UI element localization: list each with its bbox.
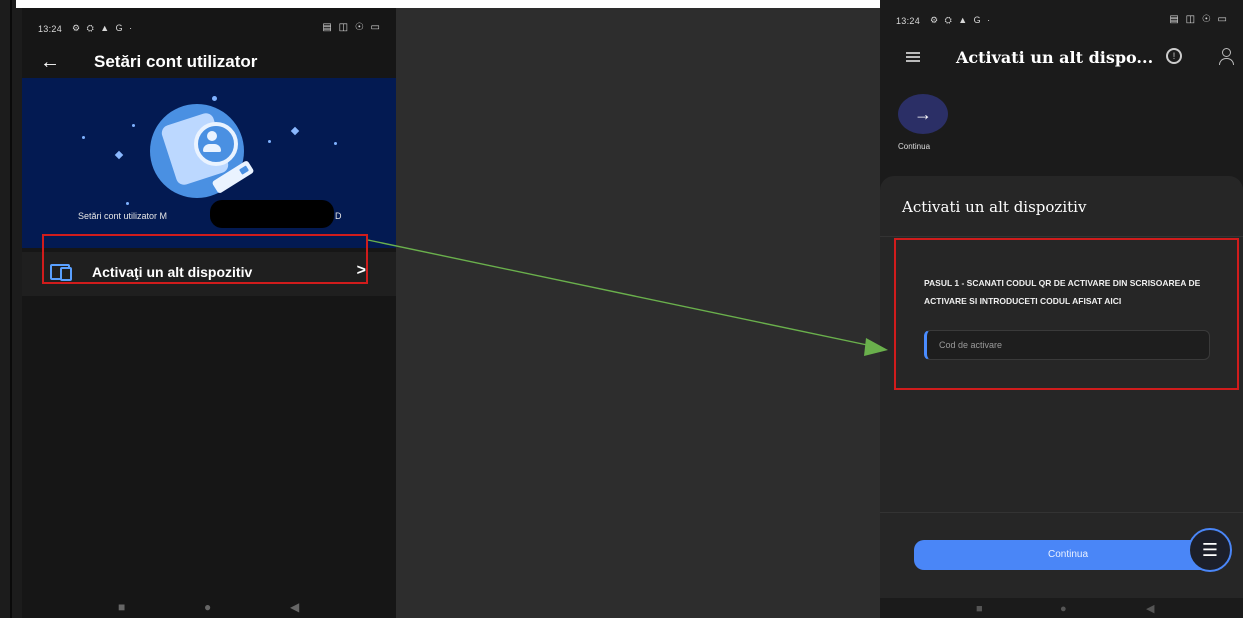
divider — [880, 512, 1243, 513]
sparkle-dot — [132, 124, 135, 127]
redaction-bar — [210, 200, 334, 228]
continue-button[interactable]: Continua — [914, 540, 1222, 570]
phone-right-screen: 13:24 ⚙ ⛭ ▲ G · ▤ ◫ ☉ ▭ Activati un alt … — [880, 0, 1243, 618]
phone-left-screen: 13:24 ⚙ ⛭ ▲ G · ▤ ◫ ☉ ▭ ← Setări cont ut… — [22, 8, 396, 618]
middle-gap-panel — [396, 8, 880, 618]
home-nav-icon[interactable]: ● — [1060, 603, 1067, 615]
status-time: 13:24 — [38, 24, 63, 34]
sparkle-dot — [212, 96, 217, 101]
status-left-icons: ⚙ ⛭ ▲ G · — [72, 23, 135, 33]
avatar-head — [207, 131, 217, 141]
recents-nav-icon[interactable]: ■ — [118, 600, 125, 614]
top-edge-strip — [16, 0, 880, 8]
status-right-icons: ▤ ◫ ☉ ▭ — [1169, 14, 1229, 25]
back-nav-icon[interactable]: ◀ — [1146, 602, 1154, 615]
back-nav-icon[interactable]: ◀ — [290, 600, 299, 614]
status-left-icons: ⚙ ⛭ ▲ G · — [930, 15, 993, 25]
avatar-body — [203, 144, 221, 152]
continue-circle-button[interactable]: → — [898, 94, 948, 134]
system-nav-bar: ■ ● ◀ — [22, 594, 396, 618]
continue-circle-label: Continua — [898, 142, 931, 151]
chevron-right-icon: > — [356, 262, 366, 279]
status-bar: 13:24 ⚙ ⛭ ▲ G · ▤ ◫ ☉ ▭ — [880, 0, 1243, 42]
sparkle-dot — [268, 140, 271, 143]
step-instructions: PASUL 1 - SCANATI CODUL QR DE ACTIVARE D… — [924, 278, 1201, 306]
app-bar: Activati un alt dispo... ! — [880, 38, 1243, 82]
menu-icon[interactable] — [906, 52, 920, 62]
sparkle-diamond — [290, 126, 300, 136]
account-caption-end: D — [335, 211, 342, 221]
activation-code-input[interactable] — [924, 330, 1210, 360]
divider — [880, 236, 1243, 237]
system-nav-bar: ■ ● ◀ — [880, 598, 1243, 618]
back-arrow-icon[interactable]: ← — [40, 50, 64, 74]
page-title: Setări cont utilizator — [94, 52, 258, 71]
devices-icon — [50, 264, 72, 281]
home-nav-icon[interactable]: ● — [204, 600, 211, 614]
left-edge-strip — [0, 0, 22, 618]
status-bar: 13:24 ⚙ ⛭ ▲ G · ▤ ◫ ☉ ▭ — [22, 8, 396, 50]
recents-nav-icon[interactable]: ■ — [976, 603, 983, 615]
sheet-title: Activati un alt dispozitiv — [902, 198, 1087, 216]
alert-icon[interactable]: ! — [1166, 48, 1182, 64]
sparkle-diamond — [114, 150, 124, 160]
user-profile-icon[interactable] — [1216, 46, 1236, 66]
menu-item-label: Activaţi un alt dispozitiv — [92, 264, 253, 280]
sparkle-dot — [126, 202, 129, 205]
activate-device-menu-item[interactable]: Activaţi un alt dispozitiv > — [22, 252, 396, 296]
page-title: Activati un alt dispo... — [956, 48, 1154, 67]
status-time: 13:24 — [896, 16, 921, 26]
sparkle-dot — [334, 142, 337, 145]
status-right-icons: ▤ ◫ ☉ ▭ — [322, 22, 382, 33]
hero-banner: Setări cont utilizator M D — [22, 78, 396, 248]
bottom-sheet: Activati un alt dispozitiv PASUL 1 - SCA… — [880, 176, 1243, 598]
layers-fab-icon[interactable]: ☰ — [1188, 528, 1232, 572]
account-caption: Setări cont utilizator M — [78, 211, 168, 221]
sparkle-dot — [82, 136, 85, 139]
